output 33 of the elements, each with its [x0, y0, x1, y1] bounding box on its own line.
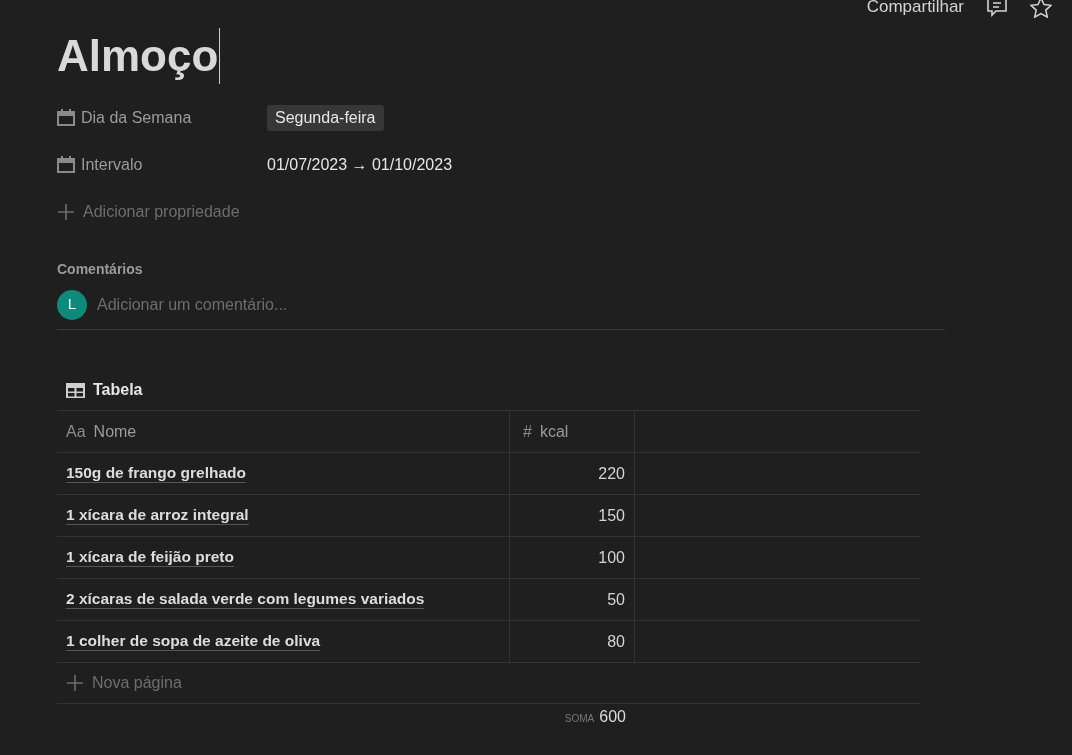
table-cell-text: 220: [598, 463, 625, 484]
row-title-link[interactable]: 1 xícara de feijão preto: [66, 548, 234, 567]
table-cell-text: 150: [598, 505, 625, 526]
page-title: Almoço: [57, 28, 221, 84]
star-icon[interactable]: [1030, 0, 1052, 18]
row-title-link[interactable]: 150g de frango grelhado: [66, 464, 246, 483]
calendar-icon: [57, 109, 75, 126]
table-cell-text: 80: [607, 631, 625, 652]
property-value[interactable]: 01/07/2023 → 01/10/2023: [267, 152, 453, 177]
row-title-link[interactable]: 2 xícaras de salada verde com legumes variados: [66, 590, 425, 609]
row-title-link[interactable]: 1 xícara de arroz integral: [66, 506, 249, 525]
column-type-icon: Aa: [66, 419, 86, 444]
comments-heading: Comentários: [57, 260, 144, 279]
table-cell-text: 50: [607, 589, 625, 610]
row-title-link[interactable]: 1 colher de sopa de azeite de oliva: [66, 632, 321, 651]
property-tag[interactable]: Segunda-feira: [267, 104, 384, 131]
sum-label: SOMA: [564, 712, 595, 726]
share-button[interactable]: Compartilhar: [866, 0, 964, 18]
plus-icon: [66, 674, 84, 692]
sum-value: 600: [599, 708, 626, 726]
property-label[interactable]: Intervalo: [81, 152, 143, 177]
table-icon: [66, 382, 85, 398]
table-cell-text: 100: [598, 547, 625, 568]
calendar-icon: [57, 156, 75, 173]
column-header[interactable]: kcal: [539, 419, 569, 444]
plus-icon: [57, 202, 75, 221]
avatar: L: [57, 289, 87, 320]
comment-field[interactable]: Adicionar um comentário...: [97, 292, 945, 317]
column-type-icon: #: [523, 419, 532, 444]
comment-icon[interactable]: [986, 0, 1008, 17]
column-header[interactable]: Nome: [93, 419, 137, 444]
property-label[interactable]: Dia da Semana: [81, 105, 192, 130]
table-title[interactable]: Tabela: [93, 378, 143, 402]
